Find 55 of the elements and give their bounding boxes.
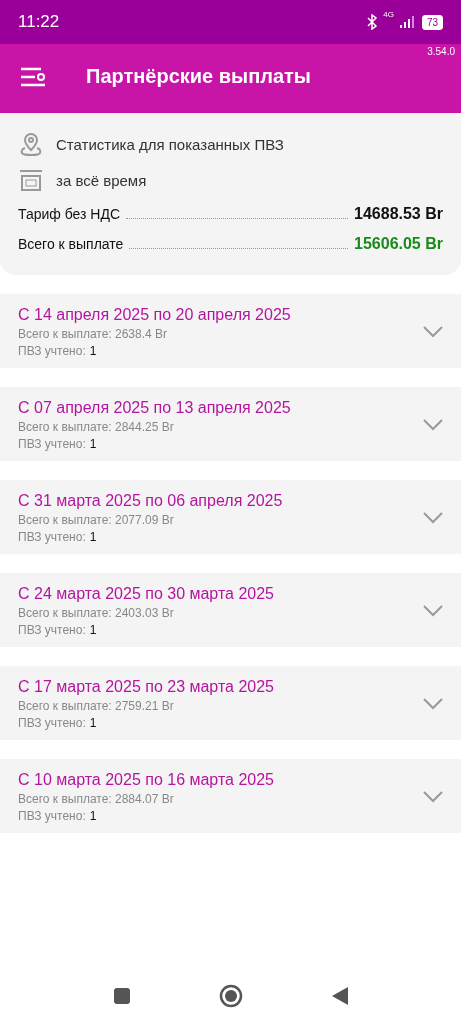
back-icon[interactable] [330,986,349,1006]
period-item[interactable]: С 17 марта 2025 по 23 марта 2025 Всего к выплате: 2759.21 Br ПВЗ учтено: 1 [0,666,461,740]
chevron-icon[interactable] [423,698,443,710]
chevron-icon[interactable] [423,605,443,617]
bluetooth-icon [367,14,378,30]
signal-icon [399,16,416,28]
storefront-icon [18,167,44,193]
period-total: Всего к выплате: 2077.09 Br [18,513,175,527]
period-total: Всего к выплате: 2403.03 Br [18,606,175,620]
count-label: ПВЗ учтено: [18,530,86,544]
total-value: 15606.05 Br [354,235,443,253]
chevron-icon[interactable] [423,326,443,338]
total-label: Тариф без НДС [18,206,121,222]
count-label: ПВЗ учтено: [18,623,86,637]
count-value: 1 [89,344,97,358]
period-title: С 24 марта 2025 по 30 марта 2025 [18,585,275,603]
status-time: 11:22 [18,12,61,32]
period-total: Всего к выплате: 2844.25 Br [18,420,175,434]
period-item[interactable]: С 31 марта 2025 по 06 апреля 2025 Всего к выплате: 2077.09 Br ПВЗ учтено: 1 [0,480,461,554]
count-value: 1 [89,716,97,730]
period-item[interactable]: С 07 апреля 2025 по 13 апреля 2025 Всего к выплате: 2844.25 Br ПВЗ учтено: 1 [0,387,461,461]
network-type: 4G [383,10,394,19]
count-label: ПВЗ учтено: [18,344,86,358]
location-pin-icon [18,131,44,157]
page-title: Партнёрские выплаты [86,65,311,88]
count-label: ПВЗ учтено: [18,437,86,451]
period-item[interactable]: С 24 марта 2025 по 30 марта 2025 Всего к выплате: 2403.03 Br ПВЗ учтено: 1 [0,573,461,647]
battery-level: 73 [421,14,443,30]
period-title: С 17 марта 2025 по 23 марта 2025 [18,678,275,696]
period-title: С 14 апреля 2025 по 20 апреля 2025 [18,306,292,324]
filter-text: за всё время [56,171,147,189]
period-title: С 07 апреля 2025 по 13 апреля 2025 [18,399,292,417]
chevron-icon[interactable] [423,791,443,803]
period-total: Всего к выплате: 2638.4 Br [18,327,169,341]
menu-icon[interactable] [20,66,46,87]
count-label: ПВЗ учтено: [18,716,86,730]
count-value: 1 [89,530,97,544]
count-label: ПВЗ учтено: [18,809,86,823]
app-version: 3.54.0 [427,46,455,57]
filter-text: Статистика для показанных ПВЗ [56,135,284,153]
chevron-icon[interactable] [423,419,443,431]
period-item[interactable]: С 14 апреля 2025 по 20 апреля 2025 Всего к выплате: 2638.4 Br ПВЗ учтено: 1 [0,294,461,368]
total-value: 14688.53 Br [354,205,443,223]
chevron-icon[interactable] [423,512,443,524]
period-title: С 31 марта 2025 по 06 апреля 2025 [18,492,284,510]
period-title: С 10 марта 2025 по 16 марта 2025 [18,771,275,789]
period-total: Всего к выплате: 2884.07 Br [18,792,175,806]
count-value: 1 [89,809,97,823]
recents-icon[interactable] [112,987,131,1005]
period-item[interactable]: С 10 марта 2025 по 16 марта 2025 Всего к выплате: 2884.07 Br ПВЗ учтено: 1 [0,759,461,833]
count-value: 1 [89,437,97,451]
count-value: 1 [89,623,97,637]
home-icon[interactable] [218,984,243,1008]
total-label: Всего к выплате [18,236,124,252]
period-total: Всего к выплате: 2759.21 Br [18,699,175,713]
